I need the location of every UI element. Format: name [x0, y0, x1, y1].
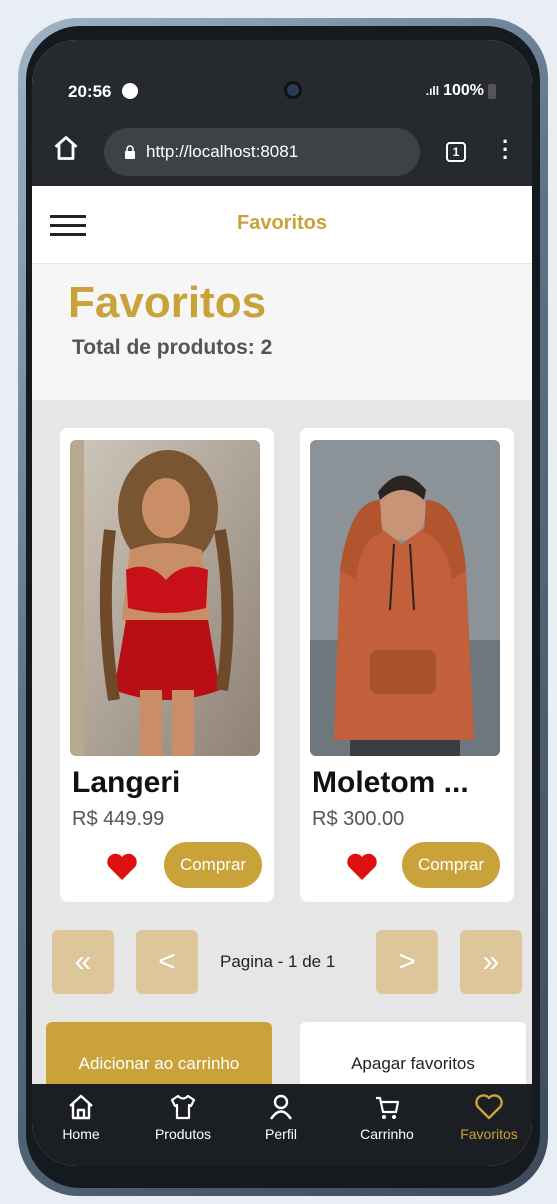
- nav-cart-label: Carrinho: [360, 1126, 414, 1142]
- browser-toolbar: http://localhost:8081 1 · · ·: [32, 116, 532, 186]
- bottom-nav: Home Produtos Perfil Carrinho Favoritos: [32, 1084, 532, 1166]
- phone-frame: 20:56 .ıll 100% http://localhost:8081 1 …: [18, 18, 548, 1196]
- product-card[interactable]: Langeri R$ 449.99 Comprar: [60, 428, 274, 902]
- nav-home[interactable]: Home: [36, 1092, 126, 1142]
- next-page-button[interactable]: >: [376, 930, 438, 994]
- buy-button[interactable]: Comprar: [164, 842, 262, 888]
- home-icon: [69, 1094, 93, 1120]
- nav-products-label: Produtos: [154, 1126, 212, 1142]
- battery-level: 100%: [443, 82, 484, 99]
- first-page-button[interactable]: «: [52, 930, 114, 994]
- browser-menu-icon[interactable]: · · ·: [502, 131, 509, 169]
- shirt-icon: [170, 1094, 196, 1120]
- product-price: R$ 300.00: [312, 808, 405, 830]
- cart-icon: [376, 1096, 400, 1119]
- last-page-button[interactable]: »: [460, 930, 522, 994]
- status-right: .ıll 100%: [426, 82, 496, 100]
- product-total: Total de produtos: 2: [72, 336, 273, 359]
- page-title: Favoritos: [68, 278, 267, 327]
- status-time: 20:56: [68, 82, 112, 101]
- lock-icon: [125, 145, 135, 159]
- nav-favorites-label: Favoritos: [460, 1126, 518, 1142]
- nav-products[interactable]: Produtos: [138, 1092, 228, 1142]
- header-title: Favoritos: [236, 212, 328, 234]
- front-camera: [284, 81, 302, 99]
- nav-profile-label: Perfil: [265, 1126, 297, 1142]
- battery-icon: [488, 83, 496, 99]
- signal-icon: .ıll: [425, 84, 440, 98]
- favorites-content: Langeri R$ 449.99 Comprar Moletom ... R$…: [32, 400, 532, 1110]
- product-image-lingerie[interactable]: [70, 440, 260, 756]
- nav-profile[interactable]: Perfil: [236, 1092, 326, 1142]
- person-icon: [270, 1094, 292, 1120]
- page-heading: Favoritos Total de produtos: 2: [32, 264, 532, 400]
- pagination: « < Pagina - 1 de 1 > »: [32, 930, 532, 994]
- product-price: R$ 449.99: [72, 808, 165, 830]
- product-name: Langeri: [72, 766, 181, 799]
- nav-home-label: Home: [62, 1126, 100, 1142]
- browser-home-icon[interactable]: [52, 134, 80, 162]
- tabs-button[interactable]: 1: [446, 142, 466, 162]
- heart-icon[interactable]: [346, 852, 378, 882]
- address-bar[interactable]: http://localhost:8081: [104, 128, 420, 176]
- spotify-icon: [122, 83, 138, 99]
- page-indicator: Pagina - 1 de 1: [220, 952, 336, 971]
- product-image-hoodie[interactable]: [310, 440, 500, 756]
- product-card[interactable]: Moletom ... R$ 300.00 Comprar: [300, 428, 514, 902]
- app-header: Favoritos: [32, 186, 532, 264]
- heart-outline-icon: [475, 1094, 503, 1120]
- buy-button[interactable]: Comprar: [402, 842, 500, 888]
- nav-cart[interactable]: Carrinho: [342, 1092, 432, 1142]
- heart-icon[interactable]: [106, 852, 138, 882]
- screen: 20:56 .ıll 100% http://localhost:8081 1 …: [32, 40, 532, 1166]
- nav-favorites[interactable]: Favoritos: [444, 1092, 532, 1142]
- phone-bezel: 20:56 .ıll 100% http://localhost:8081 1 …: [26, 26, 540, 1188]
- product-name: Moletom ...: [312, 766, 469, 799]
- status-bar: 20:56 .ıll 100%: [32, 40, 532, 116]
- url-text: http://localhost:8081: [146, 142, 299, 161]
- prev-page-button[interactable]: <: [136, 930, 198, 994]
